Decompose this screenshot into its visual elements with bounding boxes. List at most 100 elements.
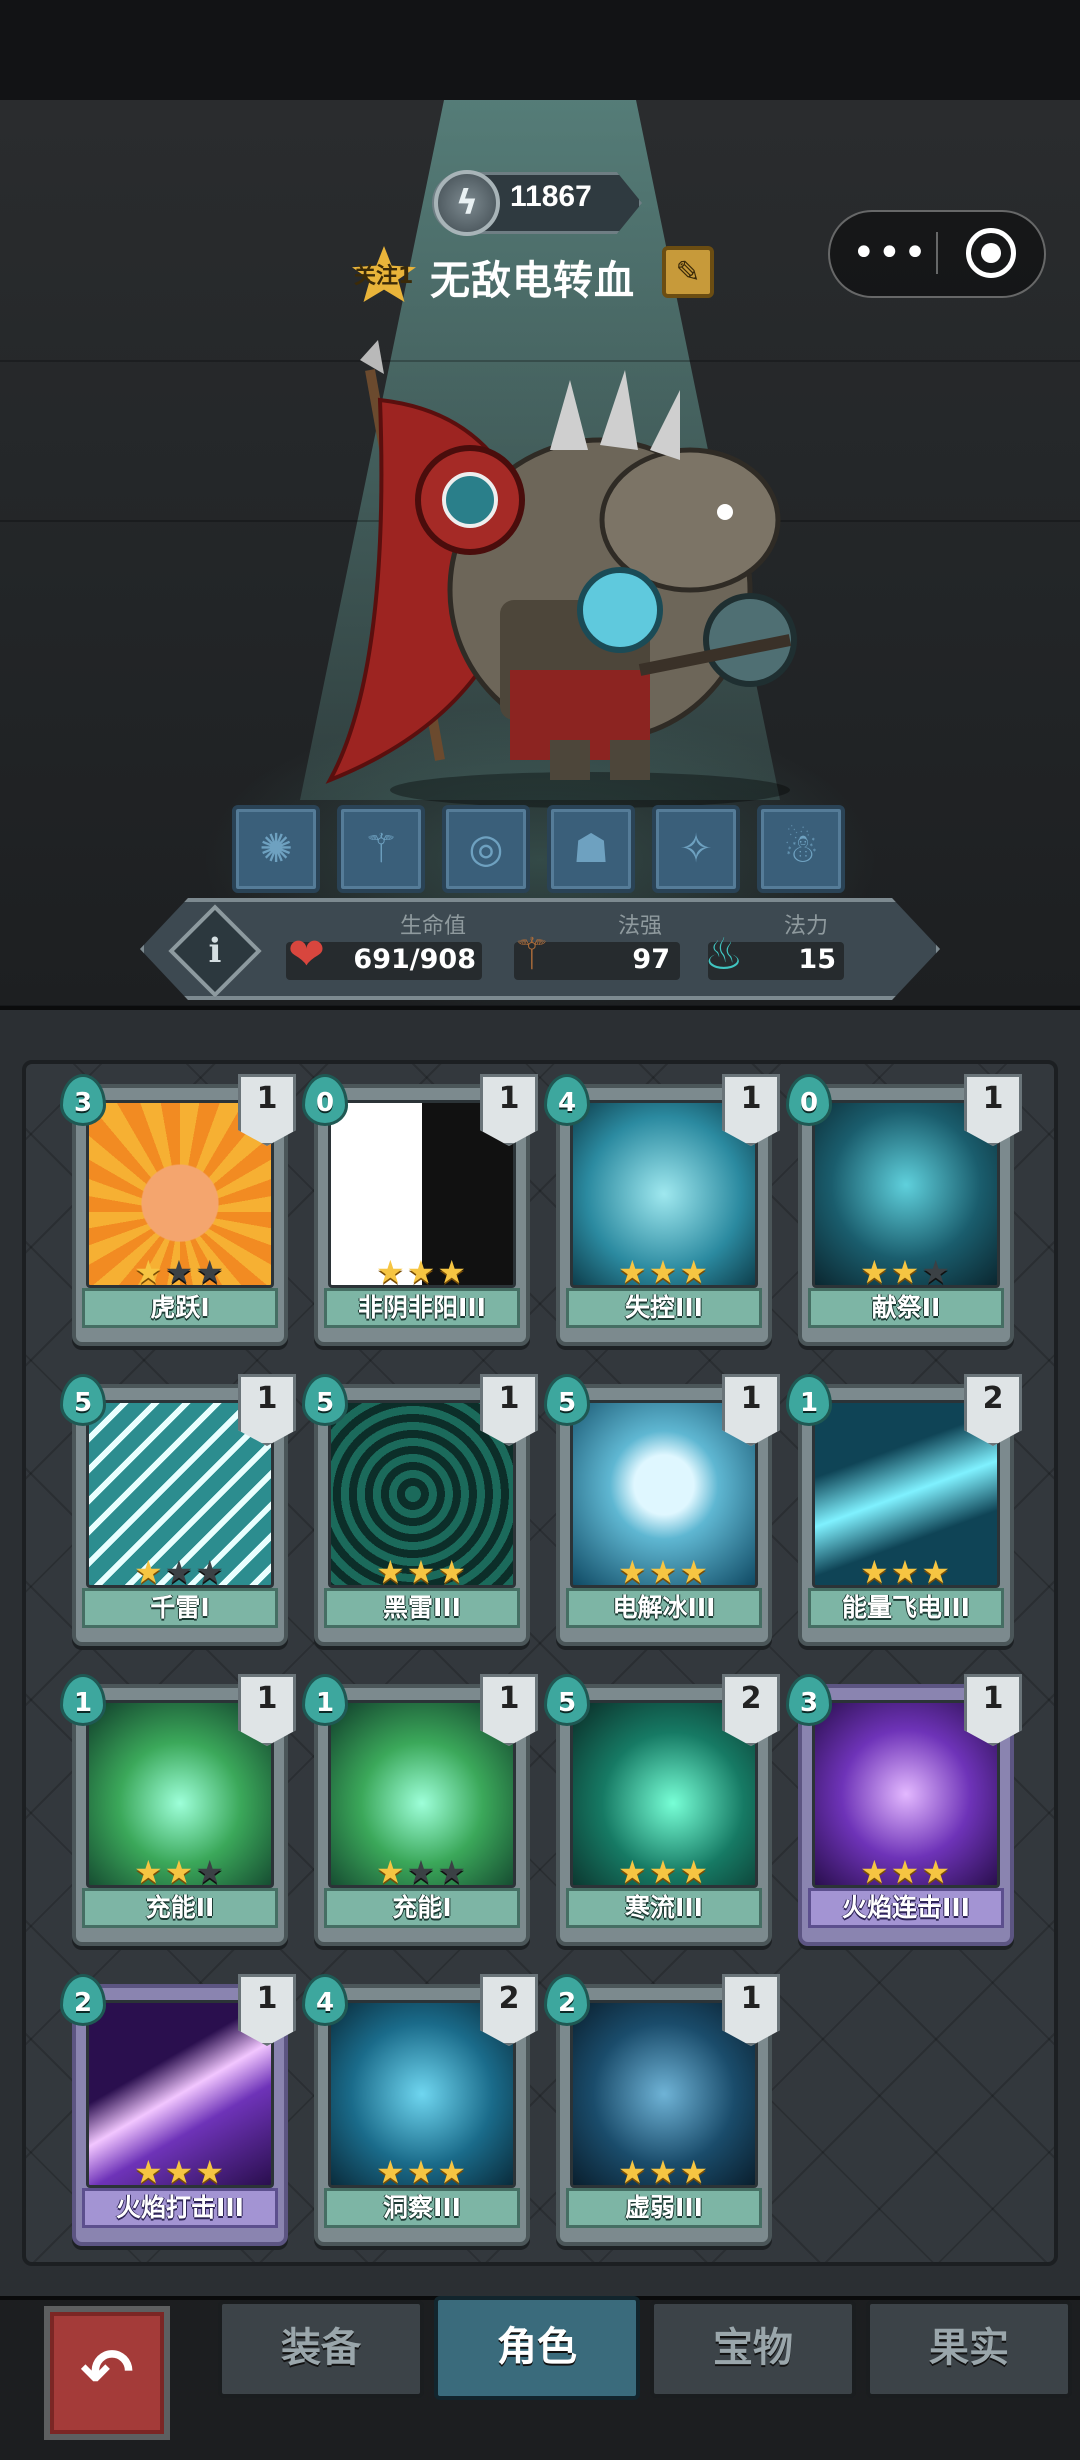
star-filled-icon: ★	[679, 2153, 711, 2191]
magic-power-label: 法强	[618, 914, 663, 939]
mana-value: 15	[798, 944, 836, 975]
star-empty-icon: ★	[195, 1853, 227, 1891]
hp-label: 生命值	[400, 914, 467, 939]
star-filled-icon: ★	[648, 1553, 680, 1591]
skill-slot-4[interactable]: ☗	[547, 805, 635, 893]
game-screen: { "player": {"power": "11867", "follow_l…	[0, 0, 1080, 2460]
skill-card[interactable]: ★★★ 火焰连击III 3 1	[786, 1674, 1022, 1946]
star-filled-icon: ★	[890, 1553, 922, 1591]
card-stars: ★★★	[798, 1254, 1014, 1290]
staff-icon: ⚚	[363, 826, 399, 872]
star-empty-icon: ★	[437, 1853, 469, 1891]
skill-card[interactable]: ★★★ 虎跃I 3 1	[60, 1074, 296, 1346]
edit-name-icon[interactable]: ✎	[662, 246, 714, 298]
tab-equipment[interactable]: 装备	[218, 2300, 424, 2398]
skill-slot-3[interactable]: ◎	[442, 805, 530, 893]
tab-fruit[interactable]: 果实	[866, 2300, 1072, 2398]
star-empty-icon: ★	[195, 1253, 227, 1291]
star-filled-icon: ★	[617, 1853, 649, 1891]
card-stars: ★★★	[556, 2154, 772, 2190]
tab-treasure[interactable]: 宝物	[650, 2300, 856, 2398]
spiky-ball-icon: ✺	[259, 826, 293, 872]
card-name: 火焰连击III	[808, 1888, 1004, 1928]
skill-card[interactable]: ★★★ 黑雷III 5 1	[302, 1374, 538, 1646]
star-filled-icon: ★	[890, 1253, 922, 1291]
card-stars: ★★★	[314, 1854, 530, 1890]
info-icon[interactable]: i	[182, 918, 248, 984]
skill-card[interactable]: ★★★ 能量飞电III 1 2	[786, 1374, 1022, 1646]
card-name: 充能II	[82, 1888, 278, 1928]
card-name: 电解冰III	[566, 1588, 762, 1628]
card-stars: ★★★	[314, 2154, 530, 2190]
rune-icon: ✧	[679, 826, 713, 872]
star-empty-icon: ★	[195, 1553, 227, 1591]
skill-slot-6[interactable]: ☃	[757, 805, 845, 893]
star-empty-icon: ★	[164, 1253, 196, 1291]
star-filled-icon: ★	[437, 1553, 469, 1591]
skill-card[interactable]: ★★★ 失控III 4 1	[544, 1074, 780, 1346]
star-filled-icon: ★	[648, 2153, 680, 2191]
star-empty-icon: ★	[406, 1853, 438, 1891]
card-stars: ★★★	[556, 1854, 772, 1890]
star-filled-icon: ★	[679, 1853, 711, 1891]
star-filled-icon: ★	[617, 1553, 649, 1591]
card-name: 充能I	[324, 1888, 520, 1928]
star-filled-icon: ★	[406, 1553, 438, 1591]
tab-character[interactable]: 角色	[434, 2296, 640, 2400]
star-filled-icon: ★	[406, 1253, 438, 1291]
card-stars: ★★★	[72, 1554, 288, 1590]
skill-slot-5[interactable]: ✧	[652, 805, 740, 893]
star-filled-icon: ★	[133, 1853, 165, 1891]
status-bar-area	[0, 0, 1080, 100]
star-filled-icon: ★	[133, 1553, 165, 1591]
hp-value: 691/908	[353, 944, 476, 975]
star-empty-icon: ★	[164, 1553, 196, 1591]
close-target-icon[interactable]	[966, 228, 1016, 278]
skill-card[interactable]: ★★★ 非阴非阳III 0 1	[302, 1074, 538, 1346]
power-value: 11867	[510, 180, 592, 213]
card-name: 洞察III	[324, 2188, 520, 2228]
skill-card[interactable]: ★★★ 充能I 1 1	[302, 1674, 538, 1946]
card-name: 能量飞电III	[808, 1588, 1004, 1628]
skill-slot-1[interactable]: ✺	[232, 805, 320, 893]
skill-card[interactable]: ★★★ 虚弱III 2 1	[544, 1974, 780, 2246]
star-filled-icon: ★	[164, 2153, 196, 2191]
star-filled-icon: ★	[195, 2153, 227, 2191]
magic-power-value: 97	[632, 944, 670, 975]
card-name: 寒流III	[566, 1888, 762, 1928]
skill-card[interactable]: ★★★ 洞察III 4 2	[302, 1974, 538, 2246]
star-filled-icon: ★	[921, 1553, 953, 1591]
skill-card[interactable]: ★★★ 千雷I 5 1	[60, 1374, 296, 1646]
star-filled-icon: ★	[406, 2153, 438, 2191]
star-filled-icon: ★	[890, 1853, 922, 1891]
follow-label[interactable]: 关注1	[354, 258, 413, 290]
star-filled-icon: ★	[375, 1853, 407, 1891]
more-icon[interactable]: •••	[852, 222, 928, 284]
back-button[interactable]: ↶	[44, 2306, 170, 2440]
star-filled-icon: ★	[375, 1553, 407, 1591]
card-stars: ★★★	[72, 2154, 288, 2190]
card-name: 虎跃I	[82, 1288, 278, 1328]
card-stars: ★★★	[798, 1554, 1014, 1590]
skill-card[interactable]: ★★★ 火焰打击III 2 1	[60, 1974, 296, 2246]
skill-slot-2[interactable]: ⚚	[337, 805, 425, 893]
star-filled-icon: ★	[648, 1253, 680, 1291]
power-icon: ϟ	[434, 170, 500, 236]
card-name: 千雷I	[82, 1588, 278, 1628]
star-filled-icon: ★	[679, 1553, 711, 1591]
skill-card[interactable]: ★★★ 电解冰III 5 1	[544, 1374, 780, 1646]
star-filled-icon: ★	[437, 2153, 469, 2191]
star-filled-icon: ★	[617, 2153, 649, 2191]
skill-card[interactable]: ★★★ 献祭II 0 1	[786, 1074, 1022, 1346]
star-filled-icon: ★	[375, 1253, 407, 1291]
star-filled-icon: ★	[859, 1553, 891, 1591]
star-filled-icon: ★	[679, 1253, 711, 1291]
card-name: 黑雷III	[324, 1588, 520, 1628]
card-stars: ★★★	[72, 1854, 288, 1890]
card-name: 虚弱III	[566, 2188, 762, 2228]
skill-card[interactable]: ★★★ 寒流III 5 2	[544, 1674, 780, 1946]
star-filled-icon: ★	[617, 1253, 649, 1291]
card-name: 失控III	[566, 1288, 762, 1328]
mana-label: 法力	[784, 914, 829, 939]
skill-card[interactable]: ★★★ 充能II 1 1	[60, 1674, 296, 1946]
